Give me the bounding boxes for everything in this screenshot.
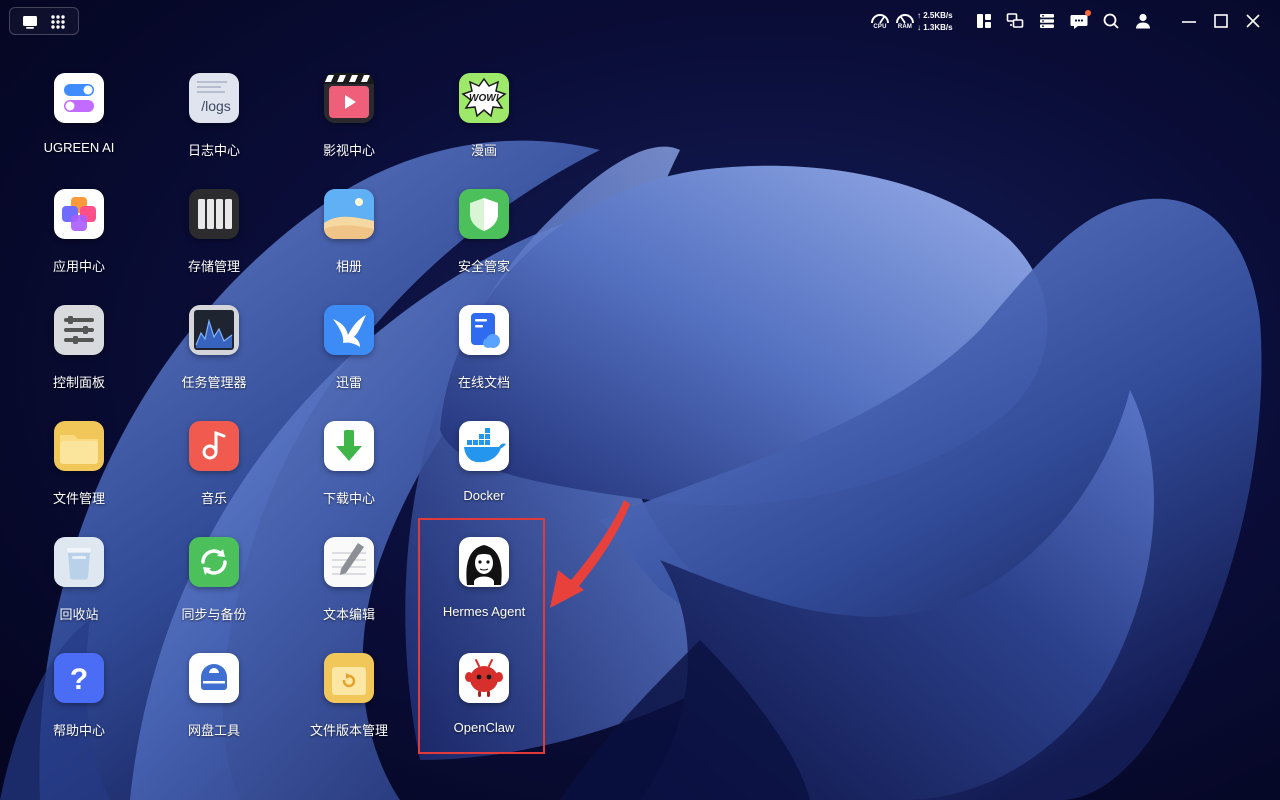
app-recycle-bin[interactable]: 回收站 — [19, 537, 139, 637]
app-label: 相册 — [335, 259, 362, 274]
thunder-bird-icon — [324, 305, 374, 355]
app-label: 迅雷 — [335, 375, 362, 390]
app-storage[interactable]: 存储管理 — [154, 189, 274, 289]
highlight-box — [418, 518, 545, 754]
comics-tile-text: WOW! — [469, 93, 500, 104]
app-label: 文本编辑 — [322, 607, 375, 622]
close-icon[interactable] — [1243, 11, 1265, 33]
app-app-center[interactable]: 应用中心 — [19, 189, 139, 289]
logs-icon: /logs — [189, 73, 239, 123]
desktop-icon[interactable] — [20, 12, 40, 32]
server-status-icon[interactable] — [1037, 11, 1059, 33]
app-label: 影视中心 — [322, 143, 375, 158]
ram-label: RAM — [897, 24, 913, 30]
app-thunder[interactable]: 迅雷 — [289, 305, 409, 405]
app-online-docs[interactable]: 在线文档 — [424, 305, 544, 405]
help-icon: ? — [54, 653, 104, 703]
app-help-center[interactable]: ? 帮助中心 — [19, 653, 139, 753]
search-icon[interactable] — [1101, 11, 1123, 33]
app-label: UGREEN AI — [43, 140, 115, 155]
app-label: 漫画 — [470, 143, 497, 158]
sync-icon — [189, 537, 239, 587]
app-label: 存储管理 — [187, 259, 240, 274]
app-sync-backup[interactable]: 同步与备份 — [154, 537, 274, 637]
notification-badge — [1085, 10, 1091, 16]
network-speed[interactable]: ↑ 2.5KB/s ↓ 1.3KB/s — [917, 10, 967, 34]
photos-icon — [324, 189, 374, 239]
app-center-icon — [54, 189, 104, 239]
upload-arrow-icon: ↑ — [917, 11, 921, 20]
app-ugreen-ai[interactable]: UGREEN AI — [19, 73, 139, 173]
app-control-panel[interactable]: 控制面板 — [19, 305, 139, 405]
ugreen-ai-icon — [54, 73, 104, 123]
maximize-icon[interactable] — [1211, 11, 1233, 33]
comics-icon: WOW! — [459, 73, 509, 123]
app-label: 控制面板 — [52, 375, 105, 390]
online-docs-icon — [459, 305, 509, 355]
app-label: 日志中心 — [187, 143, 240, 158]
app-grid-icon[interactable] — [48, 12, 68, 32]
app-label: 安全管家 — [457, 259, 510, 274]
app-label: 下载中心 — [322, 491, 375, 506]
app-label: 音乐 — [200, 491, 227, 506]
app-security[interactable]: 安全管家 — [424, 189, 544, 289]
app-docker[interactable]: Docker — [424, 421, 544, 521]
task-manager-icon — [189, 305, 239, 355]
app-label: 在线文档 — [457, 375, 510, 390]
app-cloud-drive[interactable]: 网盘工具 — [154, 653, 274, 753]
app-log-center[interactable]: /logs 日志中心 — [154, 73, 274, 173]
upload-speed: 2.5KB/s — [923, 11, 953, 20]
docker-whale-icon — [459, 421, 509, 471]
app-label: 应用中心 — [52, 259, 105, 274]
app-label: 回收站 — [59, 607, 99, 622]
folder-icon — [54, 421, 104, 471]
svg-text:?: ? — [70, 663, 88, 696]
app-task-manager[interactable]: 任务管理器 — [154, 305, 274, 405]
storage-icon — [189, 189, 239, 239]
app-label: Docker — [463, 488, 505, 503]
multi-screen-icon[interactable] — [1005, 11, 1027, 33]
video-icon — [324, 73, 374, 123]
annotation-arrow — [550, 500, 630, 608]
download-icon — [324, 421, 374, 471]
app-video-center[interactable]: 影视中心 — [289, 73, 409, 173]
app-label: 帮助中心 — [52, 723, 105, 738]
cpu-label: CPU — [873, 24, 887, 30]
app-file-version[interactable]: 文件版本管理 — [289, 653, 409, 753]
app-music[interactable]: 音乐 — [154, 421, 274, 521]
top-bar: CPU RAM ↑ 2.5KB/s ↓ 1.3KB/s — [0, 0, 1280, 44]
download-arrow-icon: ↓ — [917, 23, 921, 32]
music-icon — [189, 421, 239, 471]
control-panel-icon — [54, 305, 104, 355]
recycle-bin-icon — [54, 537, 104, 587]
user-icon[interactable] — [1133, 11, 1155, 33]
app-comics[interactable]: WOW! 漫画 — [424, 73, 544, 173]
app-text-editor[interactable]: 文本编辑 — [289, 537, 409, 637]
logs-tile-text: /logs — [201, 98, 231, 114]
app-label: 文件版本管理 — [309, 723, 388, 738]
app-file-manager[interactable]: 文件管理 — [19, 421, 139, 521]
app-download-center[interactable]: 下载中心 — [289, 421, 409, 521]
widgets-icon[interactable] — [974, 11, 996, 33]
text-editor-icon — [324, 537, 374, 587]
shield-icon — [459, 189, 509, 239]
download-speed: 1.3KB/s — [923, 23, 953, 32]
app-label: 同步与备份 — [181, 607, 247, 622]
file-version-icon — [324, 653, 374, 703]
minimize-icon[interactable] — [1179, 11, 1201, 33]
cloud-drive-icon — [189, 653, 239, 703]
app-label: 文件管理 — [52, 491, 105, 506]
app-label: 网盘工具 — [187, 723, 240, 738]
app-label: 任务管理器 — [181, 375, 247, 390]
app-photos[interactable]: 相册 — [289, 189, 409, 289]
top-left-button-group — [9, 7, 79, 35]
